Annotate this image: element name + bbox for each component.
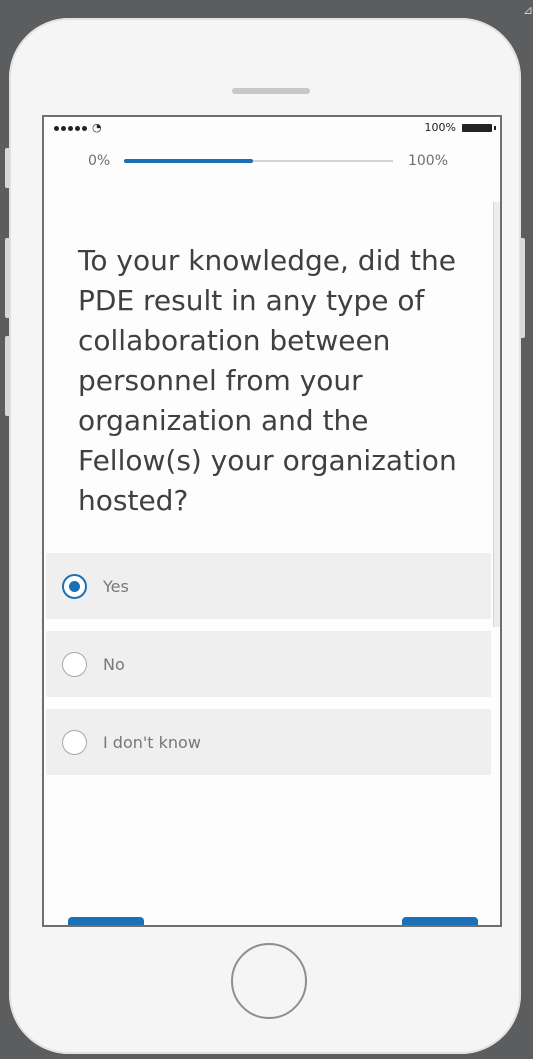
progress-track [124,159,393,163]
answer-option-yes[interactable]: Yes [46,553,491,619]
side-button [5,238,10,318]
phone-frame: ◔ 100% 0% 100% To your knowledge, did th… [5,18,525,1054]
side-button [5,148,10,188]
answer-option-label: Yes [103,576,129,596]
signal-dot-icon [68,125,73,131]
progress-indicator: 0% 100% [88,151,448,171]
next-button[interactable] [402,917,478,925]
side-button [520,238,525,338]
corner-icon: ⊿ [523,3,533,17]
radio-button-icon[interactable] [62,729,87,755]
battery-status: 100% [424,121,496,134]
progress-fill [124,159,254,163]
signal-dot-icon [61,125,66,131]
phone-screen: ◔ 100% 0% 100% To your knowledge, did th… [42,115,502,927]
answer-option-dont-know[interactable]: I don't know [46,709,491,775]
answer-options: Yes No I don't know [46,553,491,787]
wifi-icon: ◔ [92,121,102,134]
answer-option-no[interactable]: No [46,631,491,697]
signal-dot-icon [54,125,59,131]
battery-percentage: 100% [424,121,456,134]
radio-button-icon[interactable] [62,651,87,677]
speaker-icon [232,88,310,94]
battery-icon [462,123,496,132]
signal-strength-icon: ◔ [54,121,102,134]
back-button[interactable] [68,917,144,925]
signal-dot-icon [75,125,80,131]
scrollbar[interactable] [493,202,500,627]
answer-option-label: No [103,654,125,674]
mockup-canvas: ⊿ ◔ 100% 0% 100% To your knowledge, did … [0,0,533,1059]
status-bar: ◔ 100% [44,117,500,147]
side-button [5,336,10,416]
progress-end-label: 100% [407,153,448,169]
signal-dot-icon [82,125,87,131]
home-button[interactable] [231,943,307,1019]
answer-option-label: I don't know [103,732,201,752]
progress-start-label: 0% [88,153,111,169]
radio-button-icon[interactable] [62,573,87,599]
question-text: To your knowledge, did the PDE result in… [78,244,457,517]
